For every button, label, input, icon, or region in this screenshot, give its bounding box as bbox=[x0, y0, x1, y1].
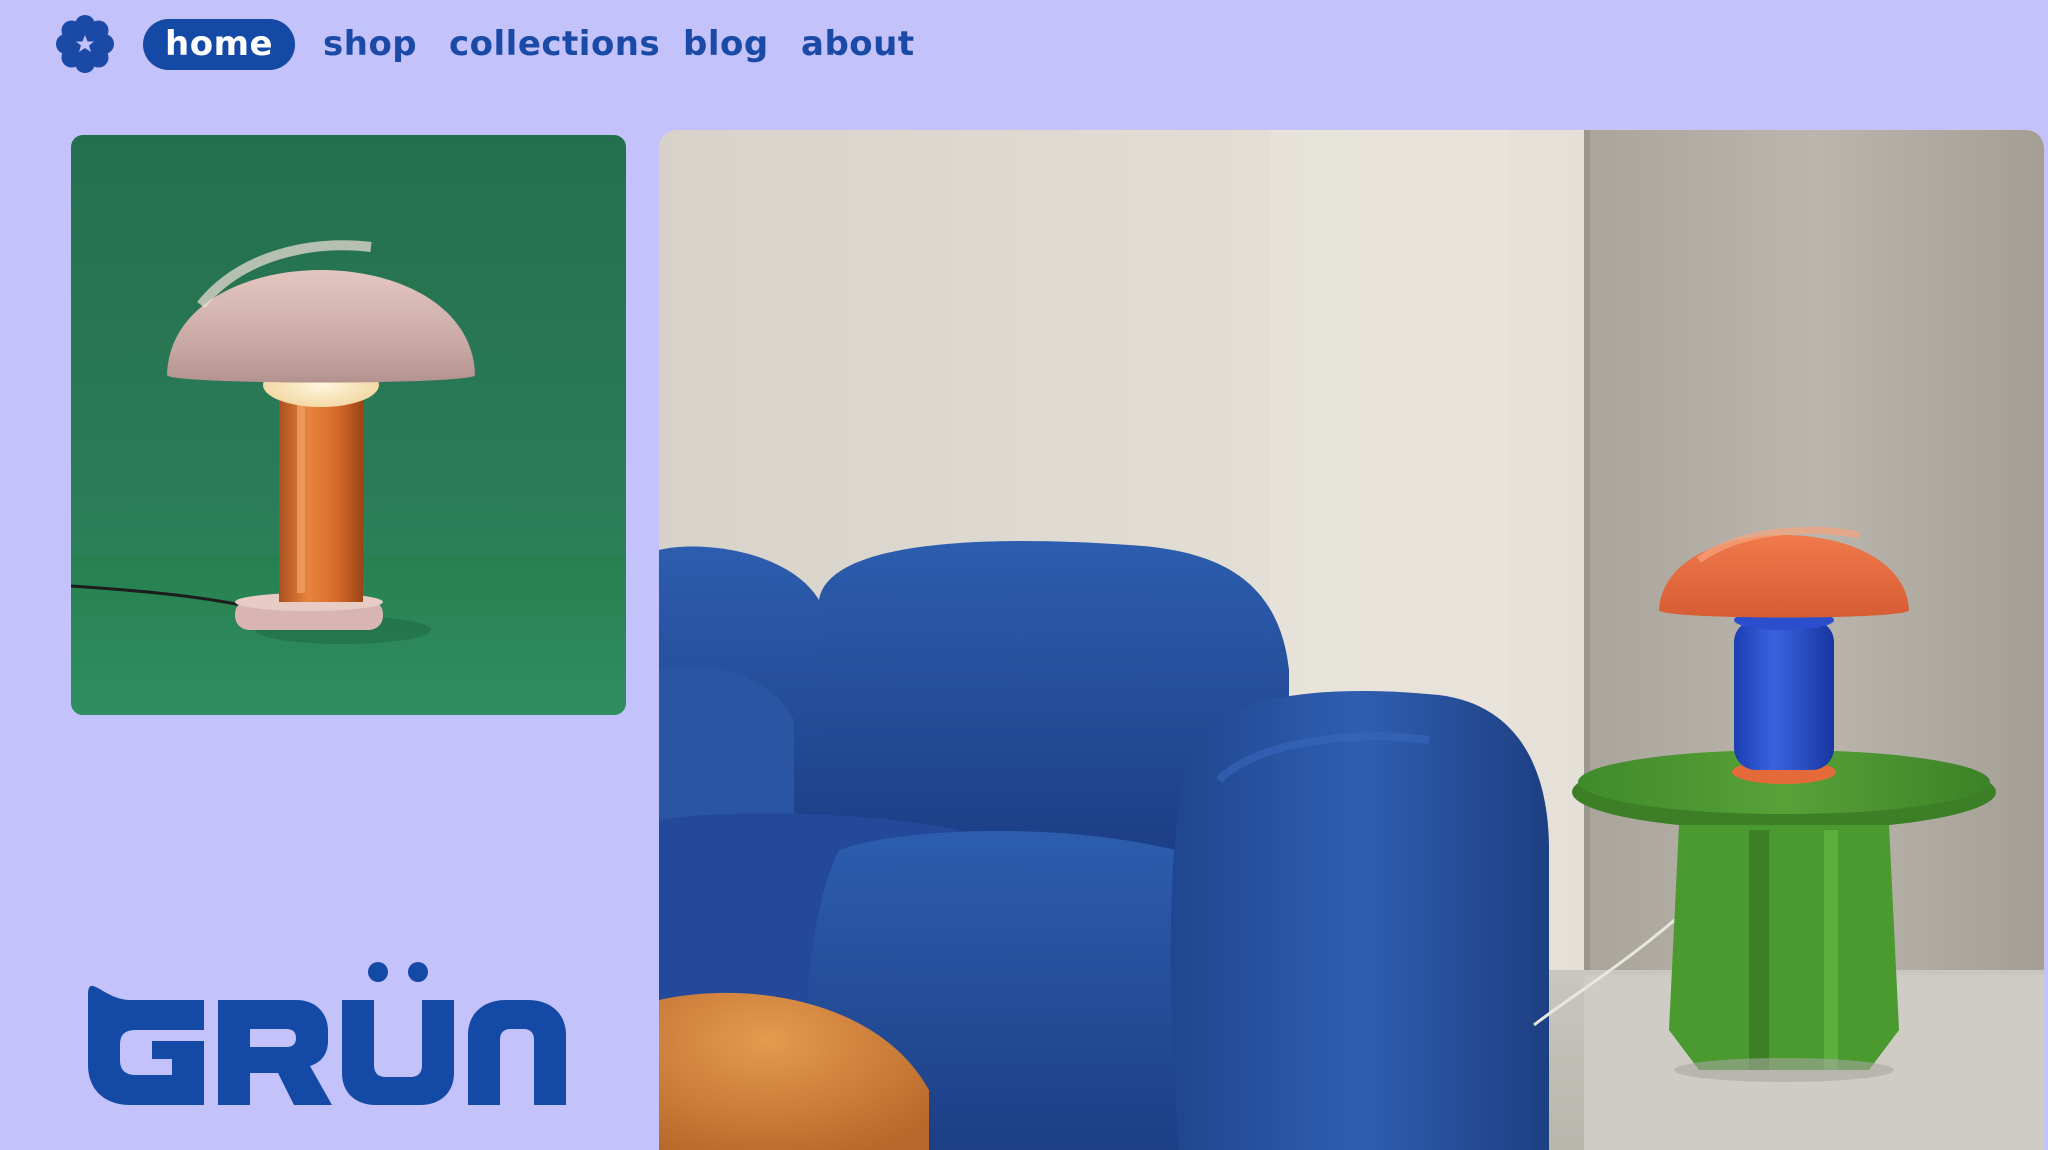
nav-item-collections[interactable]: collections bbox=[449, 19, 660, 70]
nav-item-shop[interactable]: shop bbox=[323, 19, 417, 70]
sofa-scene-image bbox=[659, 130, 2044, 1150]
top-navigation: home shop collections blog about bbox=[0, 0, 2048, 95]
product-tile-lamp[interactable] bbox=[71, 135, 626, 715]
mushroom-lamp-image bbox=[71, 240, 626, 715]
nav-item-blog[interactable]: blog bbox=[683, 19, 769, 70]
flower-badge-icon[interactable] bbox=[55, 14, 115, 74]
nav-item-home[interactable]: home bbox=[143, 19, 296, 70]
hero-image bbox=[659, 130, 2044, 1150]
grun-logo bbox=[88, 962, 566, 1105]
nav-item-about[interactable]: about bbox=[801, 19, 915, 70]
brand-wordmark: GRÜN bbox=[88, 955, 568, 1129]
